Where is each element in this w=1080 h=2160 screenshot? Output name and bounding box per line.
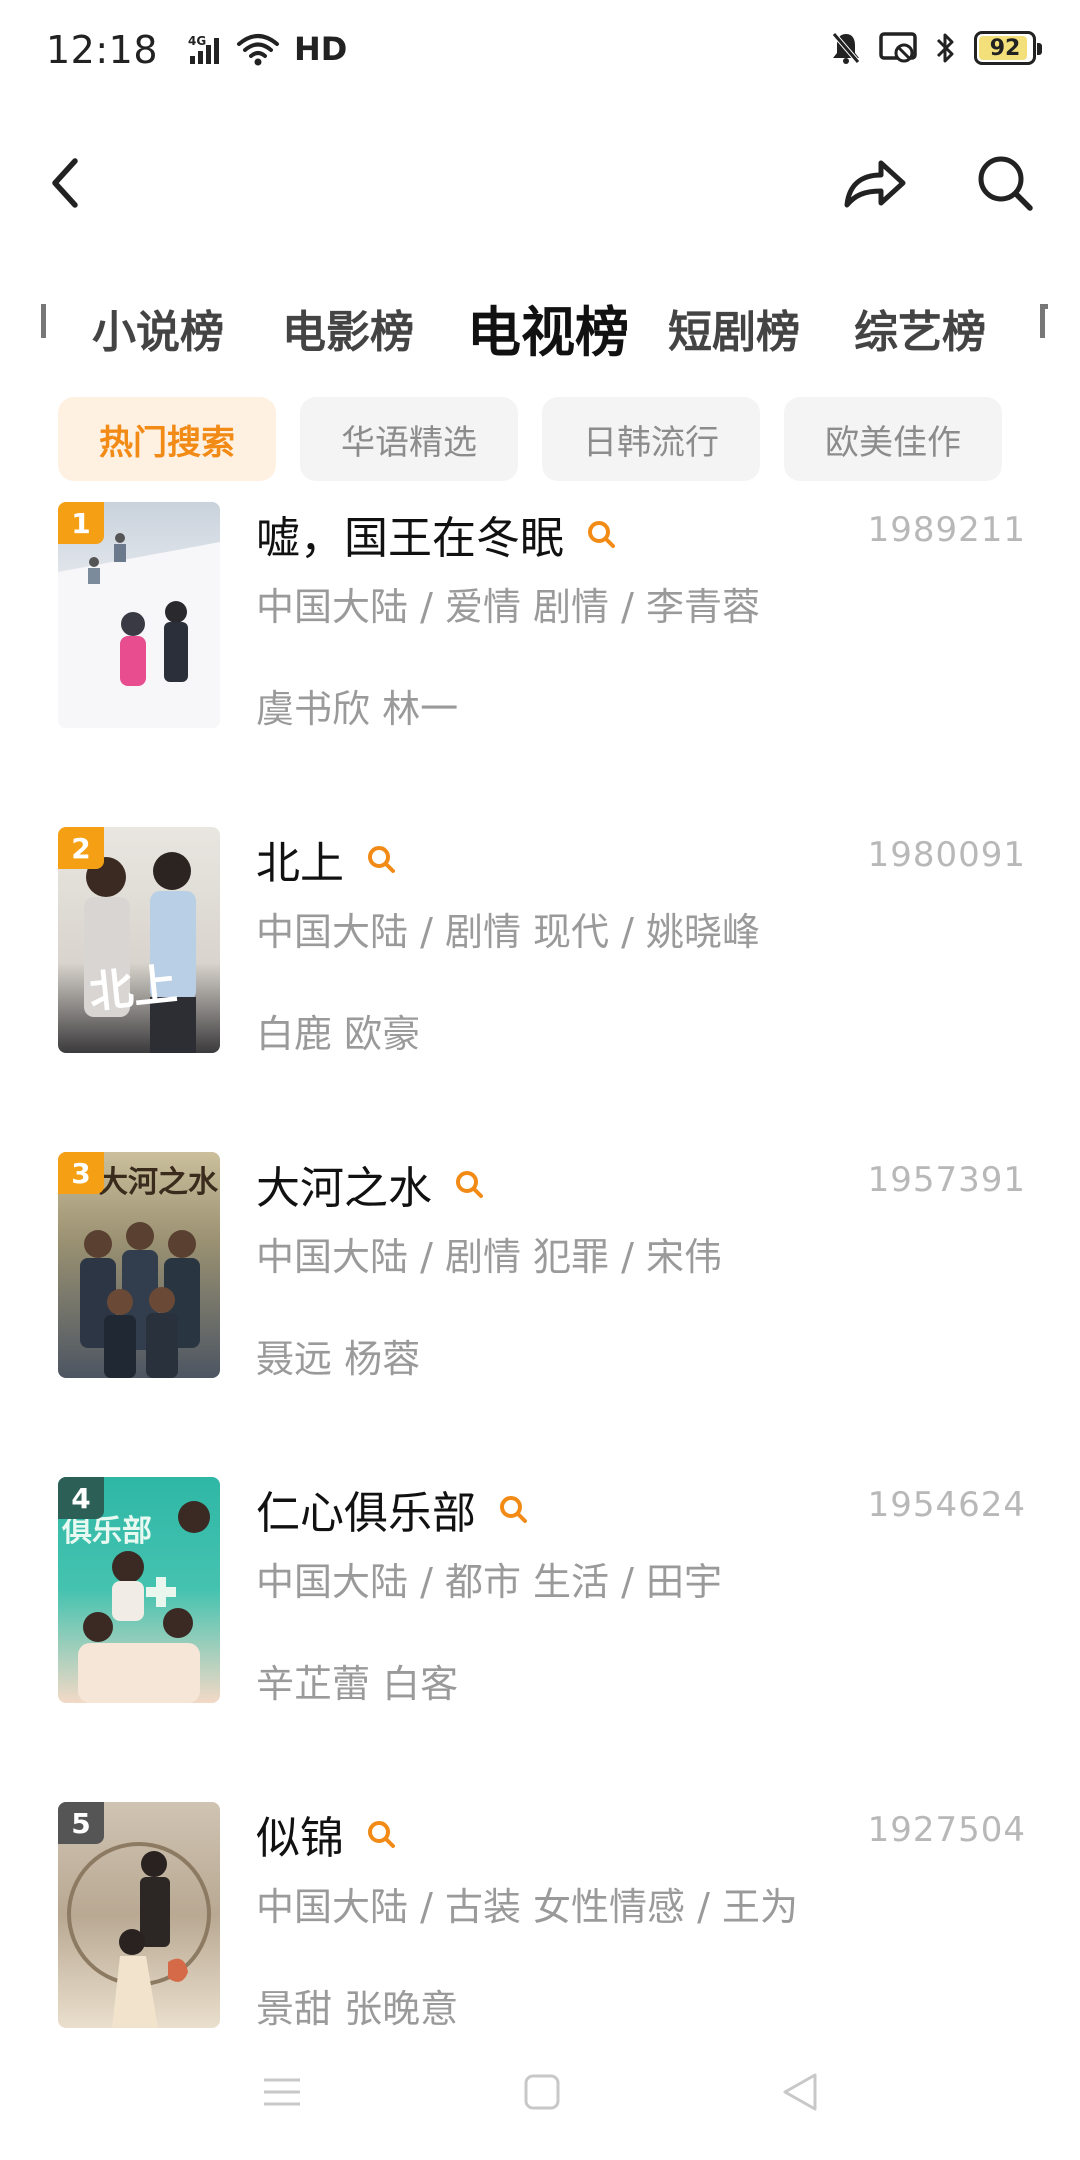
- tab-movie[interactable]: 电影榜: [282, 296, 414, 360]
- status-bar: 12:18 4G HD 92: [0, 0, 1080, 110]
- chip-hot-search[interactable]: 热门搜索: [58, 397, 276, 481]
- chip-japan-korea[interactable]: 日韩流行: [542, 397, 760, 481]
- chevron-left-icon: [52, 158, 78, 208]
- title-row: 仁心俱乐部: [256, 1477, 530, 1541]
- title-row: 北上: [256, 827, 398, 891]
- rank-badge: 2: [58, 827, 104, 869]
- triangle-back-icon: [783, 2073, 817, 2111]
- title-row: 嘘，国王在冬眠: [256, 502, 618, 566]
- search-count: 1927504: [867, 1810, 1026, 1850]
- tab-right-fragment: [1040, 304, 1054, 344]
- tab-novel[interactable]: 小说榜: [92, 296, 224, 360]
- share-button[interactable]: [840, 148, 910, 218]
- bell-muted-icon: [832, 32, 860, 64]
- item-actors: 白鹿 欧豪: [256, 1012, 421, 1056]
- item-actors: 聂远 杨蓉: [256, 1337, 421, 1381]
- item-actors: 辛芷蕾 白客: [256, 1662, 459, 1706]
- status-left-icons: 4G HD: [188, 30, 347, 68]
- title-row: 大河之水: [256, 1152, 486, 1216]
- tv-ranking-page: 12:18 4G HD 92 小说榜 电影榜 电视榜 短剧榜 综艺榜 热门搜索 …: [0, 0, 1080, 2160]
- top-nav: [0, 130, 1080, 230]
- item-meta: 中国大陆 / 都市 生活 / 田宇: [256, 1560, 723, 1604]
- search-icon[interactable]: [364, 842, 398, 876]
- search-icon: [978, 156, 1033, 211]
- search-icon[interactable]: [364, 1817, 398, 1851]
- screencast-icon: [879, 32, 917, 63]
- tab-short-drama[interactable]: 短剧榜: [668, 296, 800, 360]
- tab-tv[interactable]: 电视榜: [467, 288, 629, 367]
- back-button[interactable]: [30, 148, 100, 218]
- rank-badge: 3: [58, 1152, 104, 1194]
- signal-4g-icon: 4G: [188, 34, 219, 64]
- rank-badge: 4: [58, 1477, 104, 1519]
- share-icon: [844, 160, 906, 208]
- list-item[interactable]: 5 似锦 1927504 中国大陆 / 古装 女性情感 / 王为 景甜 张晚意: [0, 1802, 1080, 2032]
- search-button[interactable]: [970, 148, 1040, 218]
- list-item[interactable]: 北上 2 北上 1980091 中国大陆 / 剧情 现代 / 姚晓峰 白鹿 欧豪: [0, 827, 1080, 1057]
- search-icon[interactable]: [452, 1167, 486, 1201]
- battery-percent: 92: [989, 35, 1021, 61]
- list-item[interactable]: 大河之水 3 大河之水 1957391 中国大陆 / 剧情 犯罪 / 宋伟 聂远…: [0, 1152, 1080, 1382]
- list-item[interactable]: 1 嘘，国王在冬眠 1989211 中国大陆 / 爱情 剧情 / 李青蓉 虞书欣…: [0, 502, 1080, 732]
- item-title[interactable]: 嘘，国王在冬眠: [256, 502, 564, 566]
- item-actors: 景甜 张晚意: [256, 1987, 459, 2031]
- item-title[interactable]: 似锦: [256, 1802, 344, 1866]
- item-meta: 中国大陆 / 古装 女性情感 / 王为: [256, 1885, 799, 1929]
- status-right-icons: 92: [830, 30, 1042, 66]
- battery-indicator: 92: [974, 31, 1042, 65]
- item-meta: 中国大陆 / 剧情 犯罪 / 宋伟: [256, 1235, 723, 1279]
- hd-indicator: HD: [294, 30, 348, 68]
- item-title[interactable]: 仁心俱乐部: [256, 1477, 476, 1541]
- title-row: 似锦: [256, 1802, 398, 1866]
- svg-text:大河之水: 大河之水: [98, 1165, 219, 1200]
- search-count: 1954624: [867, 1485, 1026, 1525]
- tab-variety[interactable]: 综艺榜: [854, 296, 986, 360]
- item-meta: 中国大陆 / 剧情 现代 / 姚晓峰: [256, 910, 761, 954]
- back-nav-button[interactable]: [770, 2062, 830, 2122]
- poster-image: 5: [58, 1802, 220, 2028]
- svg-text:北上: 北上: [87, 959, 180, 1019]
- poster-image: 北上 2: [58, 827, 220, 1053]
- item-title[interactable]: 大河之水: [256, 1152, 432, 1216]
- category-tabs: 小说榜 电影榜 电视榜 短剧榜 综艺榜: [0, 290, 1080, 370]
- system-nav-bar: [0, 2040, 1080, 2160]
- filter-chips: 热门搜索 华语精选 日韩流行 欧美佳作: [58, 397, 1002, 481]
- poster-image: 大河之水 3: [58, 1152, 220, 1378]
- rank-badge: 5: [58, 1802, 104, 1844]
- status-time: 12:18: [46, 28, 159, 72]
- tab-left-fragment: [38, 304, 52, 344]
- menu-icon: [264, 2078, 300, 2106]
- item-actors: 虞书欣 林一: [256, 687, 459, 731]
- search-icon[interactable]: [496, 1492, 530, 1526]
- menu-button[interactable]: [252, 2062, 312, 2122]
- svg-text:俱乐部: 俱乐部: [61, 1514, 152, 1549]
- search-count: 1957391: [867, 1160, 1026, 1200]
- svg-text:4G: 4G: [188, 34, 206, 48]
- list-item[interactable]: 俱乐部 4 仁心俱乐部 1954624 中国大陆 / 都市 生活 / 田宇 辛芷…: [0, 1477, 1080, 1707]
- chip-chinese-picks[interactable]: 华语精选: [300, 397, 518, 481]
- chip-western[interactable]: 欧美佳作: [784, 397, 1002, 481]
- poster-image: 1: [58, 502, 220, 728]
- wifi-icon: [237, 34, 279, 66]
- search-count: 1980091: [867, 835, 1026, 875]
- item-title[interactable]: 北上: [256, 827, 344, 891]
- rank-badge: 1: [58, 502, 104, 544]
- poster-image: 俱乐部 4: [58, 1477, 220, 1703]
- home-button[interactable]: [512, 2062, 572, 2122]
- item-meta: 中国大陆 / 爱情 剧情 / 李青蓉: [256, 585, 761, 629]
- search-icon[interactable]: [584, 517, 618, 551]
- bluetooth-icon: [936, 33, 954, 63]
- home-square-icon: [524, 2074, 560, 2110]
- search-count: 1989211: [867, 510, 1026, 550]
